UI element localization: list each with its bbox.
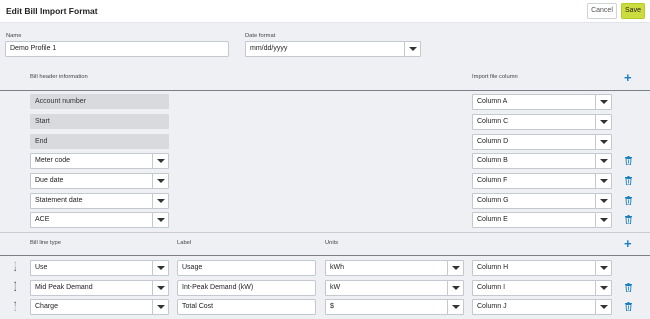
up-down-arrows-icon[interactable]: ↑ ↓ xyxy=(12,280,18,293)
chevron-down-icon xyxy=(152,213,168,227)
chevron-down-icon xyxy=(595,300,611,314)
units-select[interactable]: $ xyxy=(325,299,464,315)
bill-line-type-title: Bill line type xyxy=(30,240,61,246)
chevron-down-icon xyxy=(595,213,611,227)
save-button[interactable]: Save xyxy=(621,3,645,19)
units-value: $ xyxy=(330,303,334,310)
bill-line-type-select[interactable]: Charge xyxy=(30,299,169,315)
up-down-arrows-icon[interactable]: ↑ ↓ xyxy=(12,300,18,313)
field-value: Meter code xyxy=(35,157,71,164)
header-field-readonly: Account number xyxy=(30,94,169,109)
header-field-select[interactable]: Meter code xyxy=(30,153,169,169)
column-value: Column G xyxy=(477,197,509,204)
bill-header-title: Bill header information xyxy=(30,74,88,80)
field-value: Statement date xyxy=(35,197,83,204)
import-column-select[interactable]: Column E xyxy=(472,212,612,228)
header-field-select[interactable]: ACE xyxy=(30,212,169,228)
label-title: Label xyxy=(177,240,192,246)
trash-icon[interactable] xyxy=(625,215,632,224)
page-title: Edit Bill Import Format xyxy=(6,6,98,16)
column-value: Column F xyxy=(477,177,508,184)
column-value: Column J xyxy=(477,303,507,310)
units-select[interactable]: kWh xyxy=(325,260,464,276)
chevron-down-icon xyxy=(595,154,611,168)
field-value: Due date xyxy=(35,177,64,184)
divider xyxy=(0,255,650,256)
header-field-readonly: End xyxy=(30,134,169,149)
bill-line-label-input[interactable]: Int-Peak Demand (kW) xyxy=(177,280,316,296)
chevron-down-icon xyxy=(595,174,611,188)
up-down-arrows-icon[interactable]: ↑ ↓ xyxy=(12,260,18,273)
date-format-select[interactable]: mm/dd/yyyy xyxy=(245,41,421,57)
chevron-down-icon xyxy=(447,261,463,275)
column-value: Column B xyxy=(477,157,508,164)
import-column-select[interactable]: Column G xyxy=(472,193,612,209)
chevron-down-icon xyxy=(595,261,611,275)
bill-line-label-input[interactable]: Usage xyxy=(177,260,316,276)
chevron-down-icon xyxy=(595,135,611,149)
bill-line-type-select[interactable]: Mid Peak Demand xyxy=(30,280,169,296)
type-value: Charge xyxy=(35,303,58,310)
divider xyxy=(0,232,650,233)
chevron-down-icon xyxy=(447,281,463,295)
trash-icon[interactable] xyxy=(625,196,632,205)
date-format-value: mm/dd/yyyy xyxy=(250,45,288,52)
chevron-down-icon xyxy=(595,95,611,109)
import-column-select[interactable]: Column A xyxy=(472,94,612,110)
date-format-label: Date format xyxy=(245,33,276,39)
chevron-down-icon xyxy=(404,42,420,56)
column-value: Column I xyxy=(477,284,506,291)
units-value: kW xyxy=(330,284,341,291)
chevron-down-icon xyxy=(595,281,611,295)
column-value: Column H xyxy=(477,264,509,271)
add-bill-line-icon[interactable]: + xyxy=(624,237,632,250)
chevron-down-icon xyxy=(152,194,168,208)
chevron-down-icon xyxy=(152,174,168,188)
type-value: Mid Peak Demand xyxy=(35,284,93,291)
column-value: Column D xyxy=(477,138,509,145)
chevron-down-icon xyxy=(152,300,168,314)
chevron-down-icon xyxy=(595,194,611,208)
import-column-select[interactable]: Column J xyxy=(472,299,612,315)
chevron-down-icon xyxy=(595,115,611,129)
trash-icon[interactable] xyxy=(625,156,632,165)
header-field-readonly: Start xyxy=(30,114,169,129)
import-column-select[interactable]: Column C xyxy=(472,114,612,130)
column-value: Column A xyxy=(477,98,508,105)
import-column-select[interactable]: Column F xyxy=(472,173,612,189)
import-column-select[interactable]: Column B xyxy=(472,153,612,169)
bill-line-label-input[interactable]: Total Cost xyxy=(177,299,316,315)
header-field-select[interactable]: Statement date xyxy=(30,193,169,209)
chevron-down-icon xyxy=(152,261,168,275)
cancel-button[interactable]: Cancel xyxy=(587,3,617,19)
column-value: Column C xyxy=(477,118,509,125)
field-value: ACE xyxy=(35,216,50,223)
import-column-select[interactable]: Column I xyxy=(472,280,612,296)
name-label: Name xyxy=(6,33,22,39)
bill-line-type-select[interactable]: Use xyxy=(30,260,169,276)
units-value: kWh xyxy=(330,264,344,271)
divider xyxy=(0,90,650,91)
units-title: Units xyxy=(325,240,339,246)
add-header-field-icon[interactable]: + xyxy=(624,71,632,84)
trash-icon[interactable] xyxy=(625,302,632,311)
chevron-down-icon xyxy=(152,154,168,168)
import-column-select[interactable]: Column D xyxy=(472,134,612,150)
units-select[interactable]: kW xyxy=(325,280,464,296)
trash-icon[interactable] xyxy=(625,283,632,292)
name-field[interactable]: Demo Profile 1 xyxy=(5,41,229,57)
column-value: Column E xyxy=(477,216,508,223)
header-field-select[interactable]: Due date xyxy=(30,173,169,189)
chevron-down-icon xyxy=(152,281,168,295)
trash-icon[interactable] xyxy=(625,176,632,185)
type-value: Use xyxy=(35,264,48,271)
import-column-select[interactable]: Column H xyxy=(472,260,612,276)
import-column-title: Import file column xyxy=(472,74,518,80)
chevron-down-icon xyxy=(447,300,463,314)
